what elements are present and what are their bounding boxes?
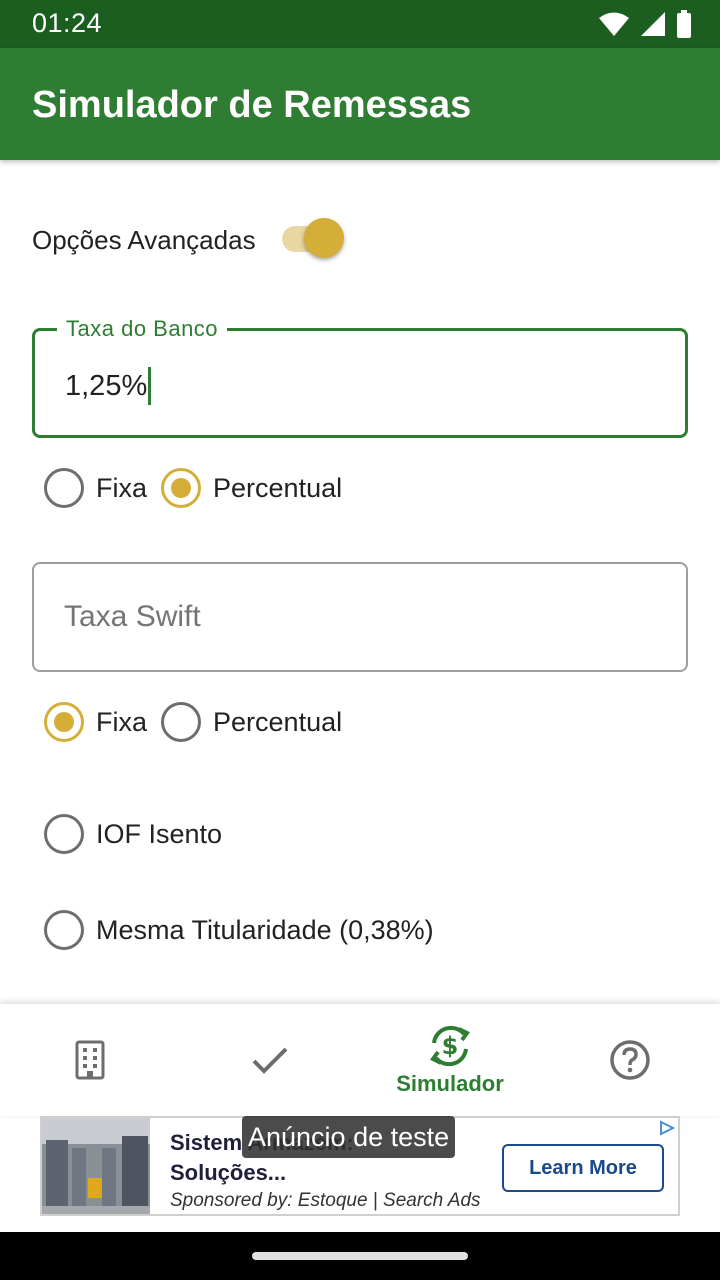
ad-sponsor: Sponsored by: Estoque | Search Ads (170, 1190, 481, 1211)
status-bar: 01:24 (0, 0, 720, 48)
app-screen: 01:24 Simulador de Remessas Opções Avanç… (0, 0, 720, 1280)
bank-fee-value: 1,25% (65, 369, 148, 402)
bank-fee-fixed-option[interactable]: Fixa (44, 468, 161, 508)
check-icon (252, 1047, 288, 1074)
iof-exempt-label: IOF Isento (96, 818, 223, 849)
same-ownership-item[interactable]: Mesma Titularidade (0,38%) (44, 910, 448, 950)
bank-fee-label: Taxa do Banco (57, 316, 228, 342)
advanced-options-label: Opções Avançadas (32, 224, 256, 255)
radio-button[interactable] (161, 702, 202, 742)
toggle-thumb (303, 218, 344, 258)
swift-fee-field[interactable]: Taxa Swift (32, 562, 688, 672)
currency-exchange-icon: $ (430, 1025, 470, 1067)
radio-label: Fixa (96, 706, 148, 737)
building-icon (75, 1040, 105, 1080)
bank-fee-value-wrap: 1,25% (65, 367, 152, 405)
radio-button[interactable] (44, 468, 84, 508)
text-caret (148, 367, 152, 405)
bank-fee-type-group: Fixa Percentual (44, 468, 356, 508)
wifi-icon (599, 12, 629, 36)
nav-item-results[interactable] (180, 1004, 360, 1116)
bank-fee-percent-option[interactable]: Percentual (161, 468, 356, 508)
bank-fee-field[interactable]: Taxa do Banco 1,25% (32, 316, 688, 438)
swift-fee-percent-option[interactable]: Percentual (161, 702, 356, 742)
radio-button[interactable] (44, 814, 84, 854)
home-gesture-handle[interactable] (252, 1252, 468, 1260)
learn-more-button[interactable]: Learn More (502, 1144, 664, 1192)
radio-button[interactable] (44, 910, 84, 950)
radio-button-selected[interactable] (44, 702, 84, 742)
svg-text:$: $ (442, 1032, 459, 1060)
nav-label-simulator: Simulador (396, 1071, 504, 1096)
ad-image (42, 1118, 150, 1214)
nav-item-simulator[interactable]: $ Simulador (360, 1004, 540, 1116)
battery-icon (677, 10, 691, 38)
app-bar: Simulador de Remessas (0, 48, 720, 160)
ad-choices-icon[interactable] (658, 1120, 676, 1136)
bottom-navigation: $ Simulador (0, 1004, 720, 1116)
same-ownership-label: Mesma Titularidade (0,38%) (96, 914, 434, 945)
iof-exempt-option[interactable]: IOF Isento (44, 814, 236, 854)
nav-item-help[interactable] (540, 1004, 720, 1116)
radio-label: Percentual (213, 706, 343, 737)
radio-label: Percentual (213, 472, 343, 503)
swift-fee-placeholder: Taxa Swift (64, 600, 201, 633)
iof-exempt-item[interactable]: IOF Isento (44, 814, 236, 854)
status-time: 01:24 (32, 8, 103, 38)
radio-label: Fixa (96, 472, 148, 503)
help-icon (610, 1040, 650, 1080)
nav-item-institutions[interactable] (0, 1004, 180, 1116)
ad-test-label: Anúncio de teste (242, 1116, 456, 1158)
same-ownership-option[interactable]: Mesma Titularidade (0,38%) (44, 910, 448, 950)
swift-fee-type-group: Fixa Percentual (44, 702, 356, 742)
signal-icon (641, 12, 665, 36)
swift-fee-fixed-option[interactable]: Fixa (44, 702, 161, 742)
advanced-options-row: Opções Avançadas (32, 218, 346, 262)
system-navigation-bar (0, 1232, 720, 1280)
status-icons (598, 10, 692, 38)
page-title: Simulador de Remessas (32, 84, 472, 126)
radio-button-selected[interactable] (161, 468, 202, 508)
advanced-options-toggle[interactable] (278, 218, 346, 262)
